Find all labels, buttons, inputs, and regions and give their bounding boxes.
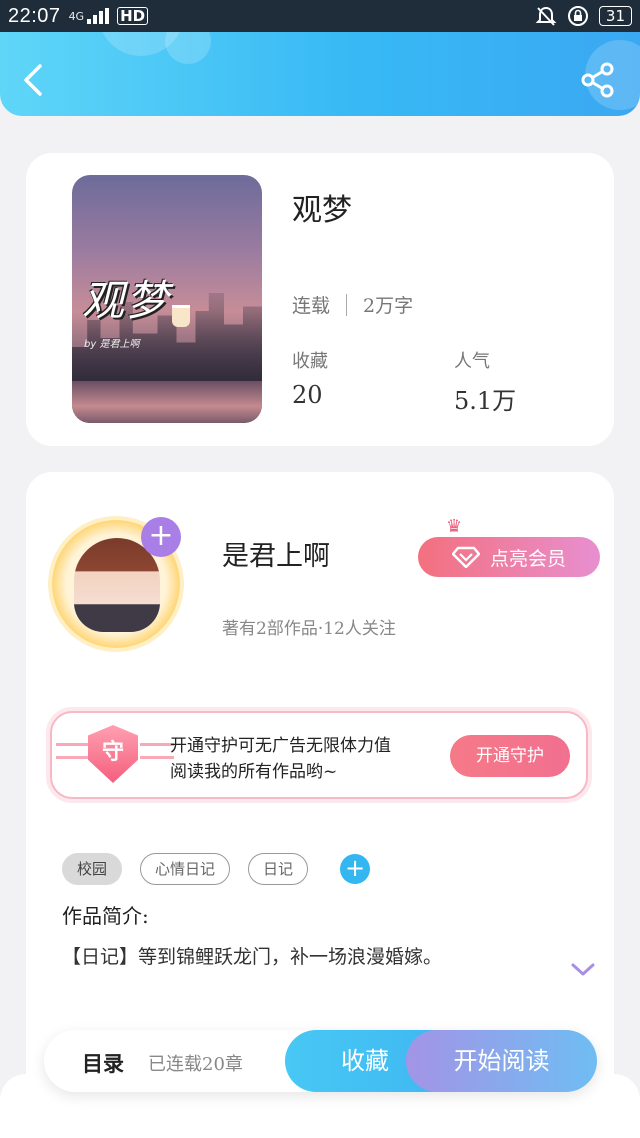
author-name[interactable]: 是君上啊	[222, 534, 330, 573]
author-card: + 是君上啊 著有2部作品·12人关注 ♛ 点亮会员 守 开通守护可无广告无限体…	[26, 472, 614, 1112]
share-button[interactable]	[580, 62, 620, 102]
wing-left-icon	[56, 743, 90, 759]
book-status: 连载	[292, 295, 331, 317]
open-guard-button[interactable]: 开通守护	[450, 735, 570, 777]
status-bar: 22:07 4G HD 31	[0, 0, 640, 32]
book-cover[interactable]: 观梦 by 是君上啊	[72, 175, 262, 423]
cover-water	[72, 381, 262, 423]
bottom-action-bar: 目录 已连载20章 收藏 开始阅读	[44, 1030, 597, 1092]
toc-chapter-count[interactable]: 已连载20章	[148, 1050, 243, 1076]
back-arrow-icon	[24, 64, 42, 96]
chevron-down-icon[interactable]	[570, 962, 596, 978]
milk-tea-icon	[172, 305, 190, 327]
popularity-label: 人气	[454, 351, 490, 372]
meta-divider	[346, 293, 348, 316]
tag-list: 校园 心情日记 日记 +	[62, 853, 371, 885]
tag-item[interactable]: 心情日记	[140, 853, 231, 885]
favorites-value: 20	[292, 381, 323, 409]
crown-icon: ♛	[446, 516, 463, 537]
battery-level: 31	[598, 6, 632, 26]
cover-author: by 是君上啊	[84, 339, 140, 350]
lock-icon	[567, 6, 588, 26]
diamond-icon	[451, 546, 480, 568]
guard-shield-icon: 守	[88, 725, 138, 783]
tag-item[interactable]: 日记	[248, 853, 309, 885]
add-tag-button[interactable]: +	[340, 854, 371, 884]
vip-button-label: 点亮会员	[489, 547, 566, 570]
guard-line-1: 开通守护可无广告无限体力值	[170, 736, 391, 756]
guard-banner: 守 开通守护可无广告无限体力值 阅读我的所有作品哟~ 开通守护	[50, 711, 588, 799]
signal-icon	[87, 8, 110, 24]
book-word-count: 2万字	[363, 295, 414, 317]
share-icon	[581, 62, 614, 98]
tag-item[interactable]: 校园	[62, 853, 123, 885]
cover-title: 观梦	[82, 276, 171, 325]
signal-indicator: 4G	[68, 9, 85, 23]
popularity-value: 5.1万	[454, 387, 517, 415]
book-info-card: 观梦 by 是君上啊 观梦 连载 2万字 收藏 20 人气 5.1万	[26, 153, 614, 446]
status-right: 31	[535, 5, 632, 27]
guard-description: 开通守护可无广告无限体力值 阅读我的所有作品哟~	[170, 733, 391, 785]
book-meta: 连载 2万字	[292, 291, 413, 318]
mute-bell-icon	[535, 6, 557, 26]
status-time: 22:07	[8, 4, 61, 27]
back-button[interactable]	[22, 60, 50, 100]
intro-text: 【日记】等到锦鲤跃龙门，补一场浪漫婚嫁。	[62, 946, 443, 968]
author-stats: 著有2部作品·12人关注	[222, 619, 396, 639]
hd-badge: HD	[117, 7, 149, 25]
guard-line-2: 阅读我的所有作品哟~	[170, 762, 338, 782]
plus-icon: +	[148, 518, 174, 553]
toc-button[interactable]: 目录	[82, 1048, 124, 1078]
start-reading-button[interactable]: 开始阅读	[406, 1030, 597, 1092]
book-title: 观梦	[292, 193, 352, 228]
favorites-label: 收藏	[292, 351, 328, 372]
intro-label: 作品简介:	[62, 904, 149, 928]
follow-button[interactable]: +	[141, 517, 181, 557]
vip-button[interactable]: 点亮会员	[418, 537, 600, 577]
wing-right-icon	[140, 743, 174, 759]
